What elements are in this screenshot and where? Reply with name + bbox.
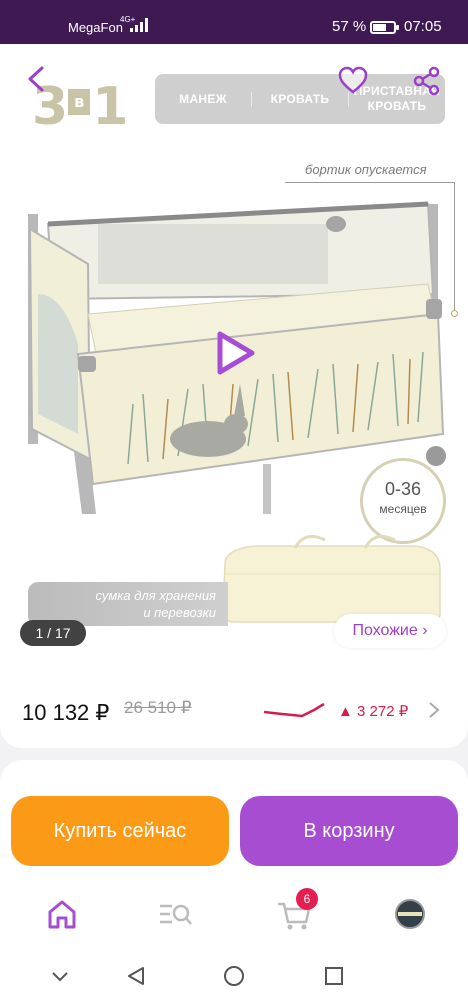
old-price: 26 510 ₽ (124, 698, 192, 717)
home-nav-icon[interactable] (222, 964, 246, 988)
cart-count-badge: 6 (296, 888, 318, 910)
age-range-badge: 0-36 месяцев (360, 458, 446, 544)
add-to-cart-button[interactable]: В корзину (240, 796, 458, 866)
status-bar: MegaFon 4G+ 57 % 07:05 (0, 0, 468, 44)
bottom-tab-bar (0, 876, 468, 952)
price-change[interactable]: ▲ 3 272 ₽ (338, 702, 408, 720)
heart-icon[interactable] (338, 66, 368, 94)
clock: 07:05 (404, 18, 442, 35)
home-icon[interactable] (42, 896, 82, 932)
back-arrow-icon[interactable] (24, 64, 48, 94)
product-gallery[interactable]: 3в1 МАНЕЖ КРОВАТЬ ПРИСТАВНАЯ КРОВАТЬ бор… (0, 44, 468, 654)
play-video-icon[interactable] (212, 330, 258, 376)
age-value: 0-36 (384, 479, 422, 499)
chevron-right-icon[interactable] (424, 700, 444, 720)
current-price: 10 132 ₽ (22, 700, 110, 725)
system-navigation-bar (0, 952, 468, 1000)
signal-icon (130, 18, 148, 32)
mode-playpen: МАНЕЖ (155, 91, 252, 107)
back-nav-icon[interactable] (124, 964, 148, 988)
profile-icon[interactable] (390, 896, 430, 932)
battery-percent: 57 % (332, 18, 367, 35)
price-trend-icon[interactable] (262, 700, 326, 722)
mode-bed: КРОВАТЬ (252, 91, 349, 107)
catalog-search-icon[interactable] (156, 896, 196, 932)
battery-icon (370, 21, 399, 34)
mode-strip: МАНЕЖ КРОВАТЬ ПРИСТАВНАЯ КРОВАТЬ (155, 74, 445, 124)
chevron-down-icon[interactable] (48, 964, 72, 988)
age-unit: месяцев (379, 502, 427, 516)
gallery-counter: 1 / 17 (20, 620, 86, 646)
similar-products-button[interactable]: Похожие › (334, 614, 446, 648)
recents-nav-icon[interactable] (322, 964, 346, 988)
carrier-name: MegaFon (68, 20, 123, 35)
annotation-side-lowers: бортик опускается (305, 162, 427, 177)
share-icon[interactable] (412, 66, 442, 96)
storage-bag-illustration (222, 534, 441, 623)
annotation-line (285, 182, 455, 183)
buy-now-button[interactable]: Купить сейчас (11, 796, 229, 866)
